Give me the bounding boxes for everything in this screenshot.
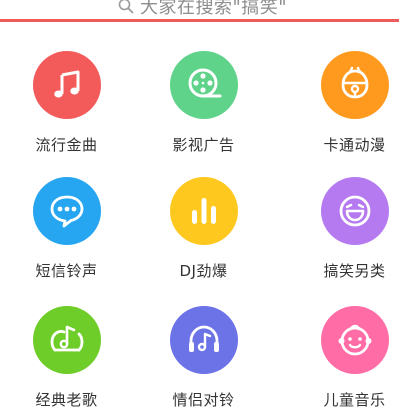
category-label: 短信铃声 bbox=[35, 262, 98, 280]
category-duanxin-lingsheng[interactable]: 短信铃声 bbox=[0, 177, 133, 281]
equalizer-icon bbox=[191, 198, 216, 224]
search-box[interactable]: 大家在搜索"搞笑" bbox=[118, 0, 287, 20]
category-katong-dongman[interactable]: 卡通动漫 bbox=[288, 51, 399, 155]
category-label: 儿童音乐 bbox=[323, 391, 386, 409]
search-icon bbox=[118, 0, 134, 14]
category-label: 搞笑另类 bbox=[323, 262, 386, 280]
record-note-icon bbox=[50, 325, 83, 352]
category-circle[interactable] bbox=[320, 177, 389, 245]
search-placeholder: 大家在搜索"搞笑" bbox=[140, 0, 288, 18]
category-liuxing-jinqu[interactable]: 流行金曲 bbox=[0, 51, 133, 155]
category-label: 情侣对铃 bbox=[172, 391, 235, 409]
category-circle[interactable] bbox=[169, 177, 238, 245]
category-circle[interactable] bbox=[169, 51, 238, 119]
category-qinglv-duiling[interactable]: 情侣对铃 bbox=[137, 306, 270, 410]
laughing-face-icon bbox=[339, 195, 370, 227]
category-grid: 流行金曲 影视广告 卡通动漫 短信铃声 DJ劲爆 搞笑另类 经典老歌 情侣对铃 … bbox=[0, 22, 399, 413]
category-circle[interactable] bbox=[320, 306, 389, 374]
category-ertong-yinyue[interactable]: 儿童音乐 bbox=[288, 306, 399, 410]
top-search-bar[interactable]: 大家在搜索"搞笑" bbox=[0, 0, 399, 22]
category-label: 流行金曲 bbox=[35, 136, 98, 154]
category-dj-jinbao[interactable]: DJ劲爆 bbox=[137, 177, 270, 281]
category-yingshi-guanggao[interactable]: 影视广告 bbox=[137, 51, 270, 155]
category-circle[interactable] bbox=[32, 306, 101, 374]
chat-bubble-icon bbox=[50, 195, 83, 228]
category-label: 经典老歌 bbox=[35, 391, 98, 409]
child-face-icon bbox=[338, 324, 371, 356]
category-gaoxiao-linglei[interactable]: 搞笑另类 bbox=[288, 177, 399, 281]
category-label: DJ劲爆 bbox=[179, 262, 228, 280]
category-label: 影视广告 bbox=[172, 136, 235, 154]
music-note-icon bbox=[53, 70, 79, 98]
headphones-note-icon bbox=[188, 325, 219, 352]
category-jingdian-laoge[interactable]: 经典老歌 bbox=[0, 306, 133, 410]
category-circle[interactable] bbox=[32, 177, 101, 245]
film-reel-icon bbox=[188, 68, 221, 98]
category-circle[interactable] bbox=[32, 51, 101, 119]
category-circle[interactable] bbox=[169, 306, 238, 374]
category-label: 卡通动漫 bbox=[323, 136, 386, 154]
category-circle[interactable] bbox=[320, 51, 389, 119]
bell-icon bbox=[341, 66, 368, 99]
